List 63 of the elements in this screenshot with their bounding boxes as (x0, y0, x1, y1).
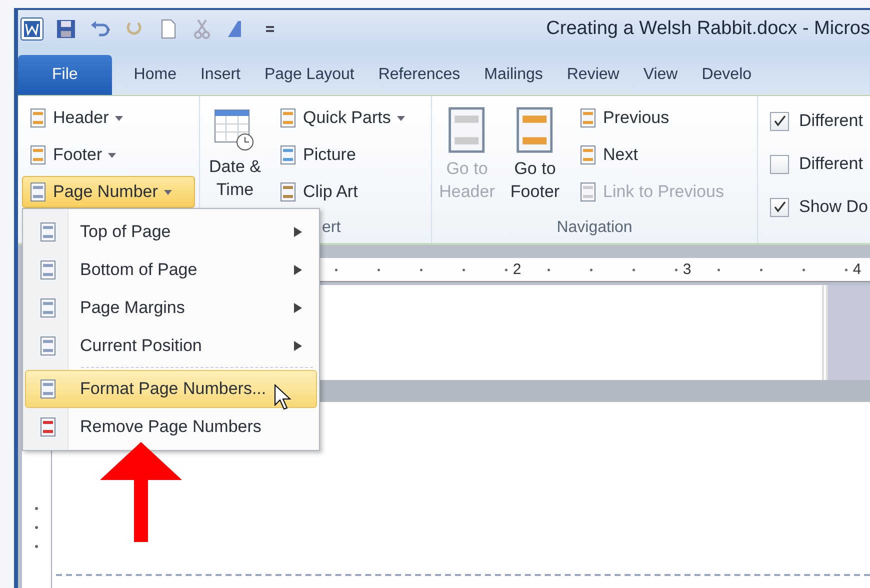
checkbox-label: Show Do (799, 197, 868, 217)
menu-item[interactable]: Page Margins (25, 289, 317, 327)
document-icon (579, 108, 597, 128)
page-number-icon (39, 260, 57, 280)
window-title: Creating a Welsh Rabbit.docx - Micros (546, 18, 870, 40)
ribbon-button[interactable]: Quick Parts (272, 102, 412, 134)
group-label: ert (322, 219, 341, 238)
ribbon-button[interactable]: Header (22, 102, 195, 134)
ribbon-button[interactable]: Next (572, 139, 731, 171)
menu-item[interactable]: Remove Page Numbers (25, 408, 317, 446)
document-icon (29, 145, 47, 165)
document-icon (29, 182, 47, 202)
ribbon-button[interactable]: Footer (22, 139, 195, 171)
checkbox-option[interactable]: Show Do (762, 188, 870, 226)
page-number-icon (39, 298, 57, 318)
menu-item[interactable]: Bottom of Page (25, 251, 317, 289)
insert-icon (279, 145, 297, 165)
submenu-arrow-icon (294, 265, 302, 275)
ribbon-tab[interactable]: Review (554, 55, 632, 95)
word-app-icon[interactable] (20, 17, 44, 41)
page-number-icon (39, 417, 57, 437)
document-icon (579, 182, 597, 202)
ribbon-tab[interactable]: Mailings (472, 55, 555, 95)
document-icon (29, 108, 47, 128)
ribbon-button[interactable]: Go to Footer (504, 102, 566, 219)
ribbon-button[interactable]: Picture (272, 139, 412, 171)
ribbon-tab[interactable]: Home (122, 55, 188, 95)
checkbox-label: Different (799, 154, 863, 174)
page-number-icon (39, 336, 57, 356)
ribbon-tab[interactable]: Page Layout (252, 55, 366, 95)
submenu-arrow-icon (294, 303, 302, 313)
menu-item[interactable]: Format Page Numbers... (25, 370, 317, 408)
ribbon-button[interactable]: Page Number (22, 176, 195, 208)
insert-icon (279, 108, 297, 128)
submenu-arrow-icon (294, 227, 302, 237)
ribbon-tab[interactable]: View (631, 55, 690, 95)
document-icon (579, 145, 597, 165)
checkbox[interactable] (770, 198, 789, 216)
file-tab[interactable]: File (18, 55, 112, 95)
ribbon-button[interactable]: Previous (572, 102, 731, 134)
ribbon-tab[interactable]: Develo (690, 55, 764, 95)
checkbox-option[interactable]: Different (762, 102, 870, 140)
checkmark-icon (774, 201, 786, 213)
checkmark-icon (774, 115, 786, 127)
page-number-icon (39, 379, 57, 399)
save-icon[interactable] (54, 17, 78, 41)
insert-icon (279, 182, 297, 202)
caret-icon (396, 116, 405, 120)
caret-icon (108, 152, 116, 158)
submenu-arrow-icon (294, 341, 302, 351)
checkbox-option[interactable]: Different (762, 145, 870, 183)
ribbon-tab[interactable]: Insert (188, 55, 252, 95)
page-number-icon (39, 222, 57, 242)
checkbox-label: Different (799, 111, 863, 131)
ribbon-tab[interactable]: References (366, 55, 472, 95)
caret-icon (114, 116, 123, 120)
menu-item[interactable]: Current Position (25, 327, 317, 365)
checkbox[interactable] (770, 112, 789, 130)
mouse-cursor-icon (274, 384, 292, 410)
ribbon-button[interactable]: Clip Art (272, 176, 412, 208)
checkbox[interactable] (770, 154, 789, 174)
caret-icon (164, 190, 172, 194)
group-label: Navigation (556, 219, 634, 238)
